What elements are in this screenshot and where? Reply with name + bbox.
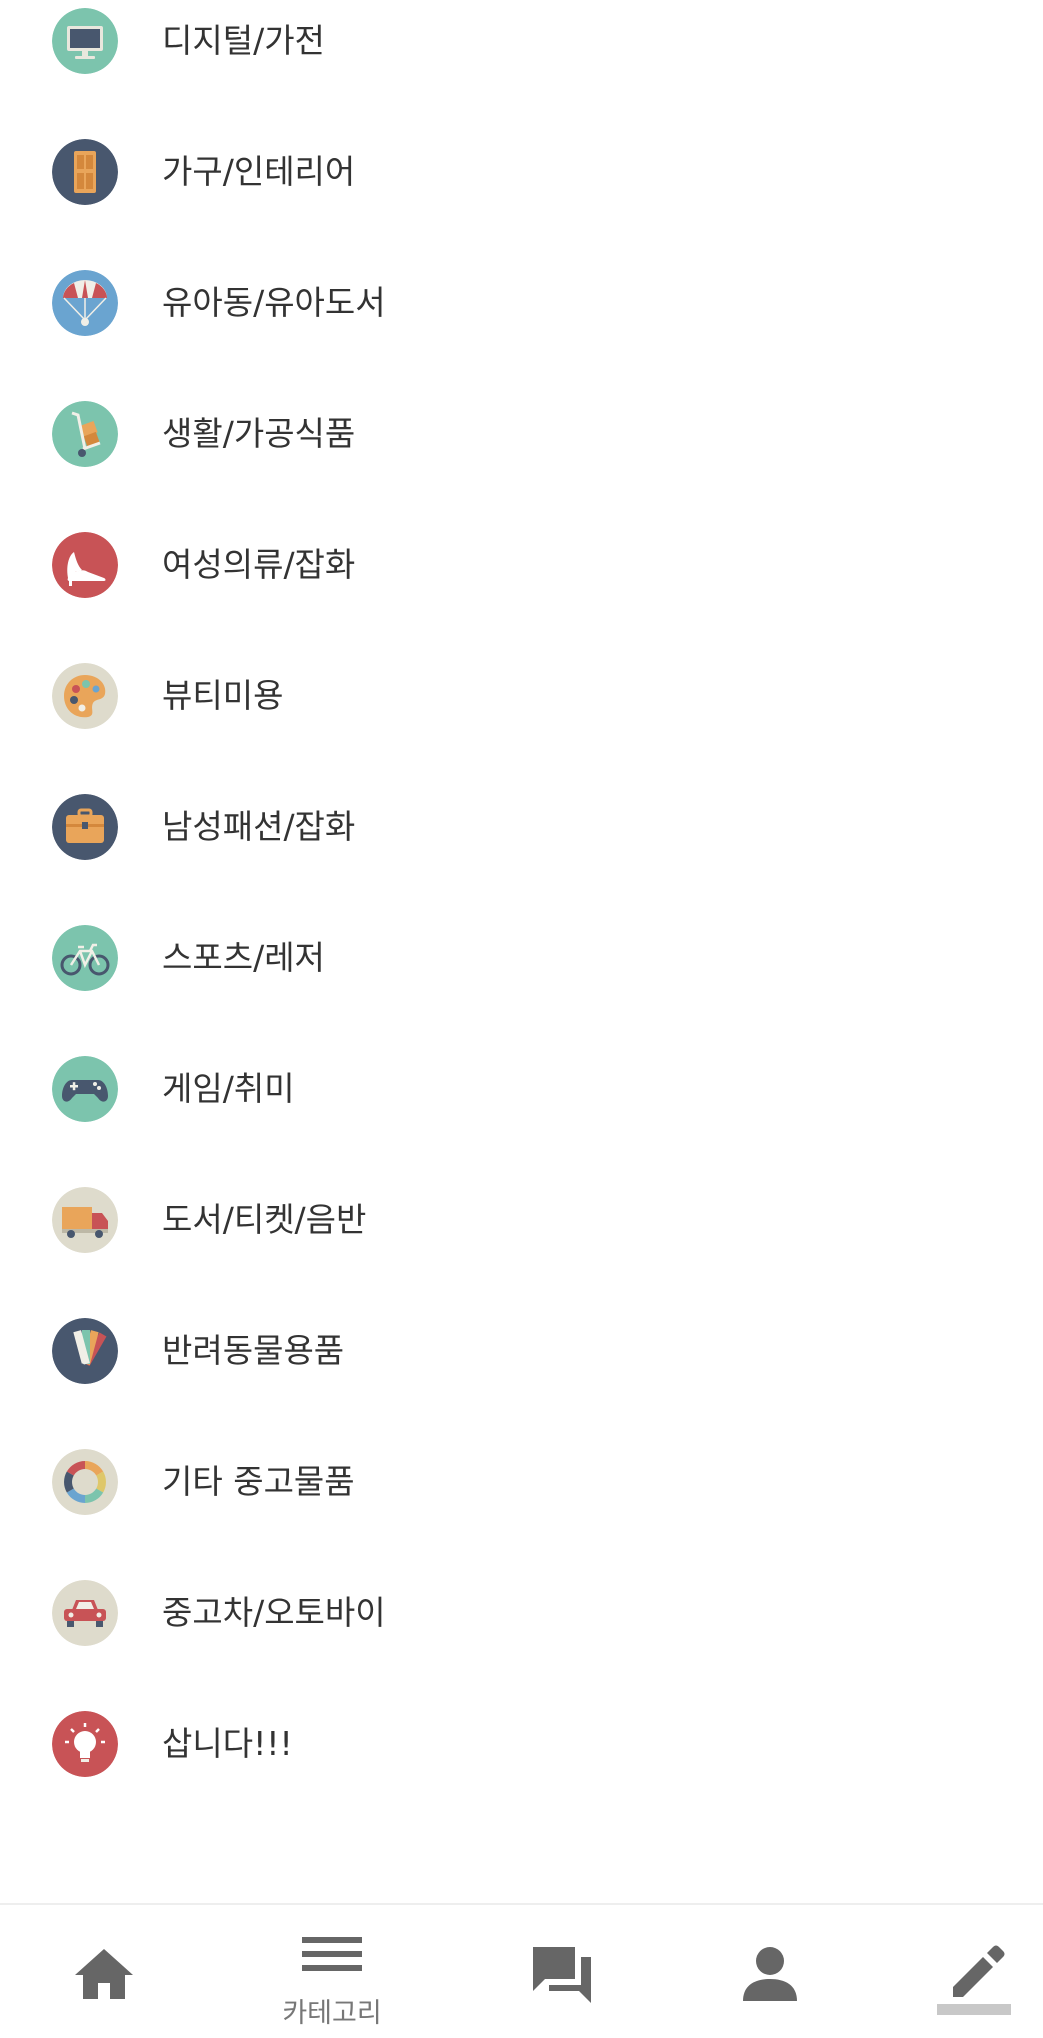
- category-label: 기타 중고물품: [162, 1462, 355, 1501]
- gamepad-icon: [52, 1056, 118, 1122]
- lightbulb-icon: [52, 1711, 118, 1777]
- category-label: 뷰티미용: [162, 676, 284, 715]
- category-item-women[interactable]: 여성의류/잡화: [0, 500, 1043, 631]
- nav-chat[interactable]: [458, 1905, 666, 2038]
- category-item-digital[interactable]: 디지털/가전: [0, 0, 1043, 107]
- category-item-kids[interactable]: 유아동/유아도서: [0, 238, 1043, 369]
- nav-category-label: 카테고리: [282, 1998, 382, 2029]
- category-label: 도서/티켓/음반: [162, 1200, 367, 1239]
- high-heel-icon: [52, 532, 118, 598]
- nav-category[interactable]: 카테고리: [228, 1905, 436, 2038]
- category-label: 유아동/유아도서: [162, 283, 386, 322]
- category-item-furniture[interactable]: 가구/인테리어: [0, 107, 1043, 238]
- car-icon: [52, 1580, 118, 1646]
- nav-profile[interactable]: [666, 1905, 874, 2038]
- category-item-sports[interactable]: 스포츠/레저: [0, 893, 1043, 1024]
- category-item-buying[interactable]: 삽니다!!!: [0, 1679, 1043, 1810]
- monitor-icon: [52, 8, 118, 74]
- nav-home[interactable]: [0, 1905, 208, 2038]
- category-item-pets[interactable]: 반려동물용품: [0, 1286, 1043, 1417]
- category-label: 디지털/가전: [162, 21, 325, 60]
- menu-icon[interactable]: [299, 1927, 365, 1993]
- category-item-beauty[interactable]: 뷰티미용: [0, 631, 1043, 762]
- category-label: 가구/인테리어: [162, 152, 356, 191]
- category-label: 반려동물용품: [162, 1331, 345, 1370]
- bicycle-icon: [52, 925, 118, 991]
- category-label: 남성패션/잡화: [162, 807, 356, 846]
- color-wheel-icon: [52, 1449, 118, 1515]
- bottom-navigation: 카테고리: [0, 1903, 1043, 2038]
- category-item-living[interactable]: 생활/가공식품: [0, 369, 1043, 500]
- category-item-etc[interactable]: 기타 중고물품: [0, 1417, 1043, 1548]
- person-icon[interactable]: [737, 1941, 803, 2007]
- home-icon[interactable]: [71, 1941, 137, 2007]
- color-swatch-icon: [52, 1318, 118, 1384]
- category-item-men[interactable]: 남성패션/잡화: [0, 762, 1043, 893]
- write-underline: [937, 2004, 1011, 2015]
- chat-icon[interactable]: [529, 1941, 595, 2007]
- category-label: 게임/취미: [162, 1069, 295, 1108]
- category-page: 디지털/가전 가구/인테리어 유아동/유아도서 생활/가공식품 여성의류/잡화 …: [0, 0, 1043, 2038]
- category-label: 중고차/오토바이: [162, 1593, 386, 1632]
- parachute-icon: [52, 270, 118, 336]
- pencil-icon[interactable]: [943, 1939, 1009, 2005]
- category-item-books[interactable]: 도서/티켓/음반: [0, 1155, 1043, 1286]
- palette-icon: [52, 663, 118, 729]
- category-item-game[interactable]: 게임/취미: [0, 1024, 1043, 1155]
- category-label: 삽니다!!!: [162, 1724, 293, 1763]
- hand-truck-icon: [52, 401, 118, 467]
- category-label: 여성의류/잡화: [162, 545, 356, 584]
- nav-write[interactable]: [872, 1905, 1043, 2038]
- truck-icon: [52, 1187, 118, 1253]
- category-label: 생활/가공식품: [162, 414, 356, 453]
- category-label: 스포츠/레저: [162, 938, 325, 977]
- door-icon: [52, 139, 118, 205]
- category-item-car[interactable]: 중고차/오토바이: [0, 1548, 1043, 1679]
- briefcase-icon: [52, 794, 118, 860]
